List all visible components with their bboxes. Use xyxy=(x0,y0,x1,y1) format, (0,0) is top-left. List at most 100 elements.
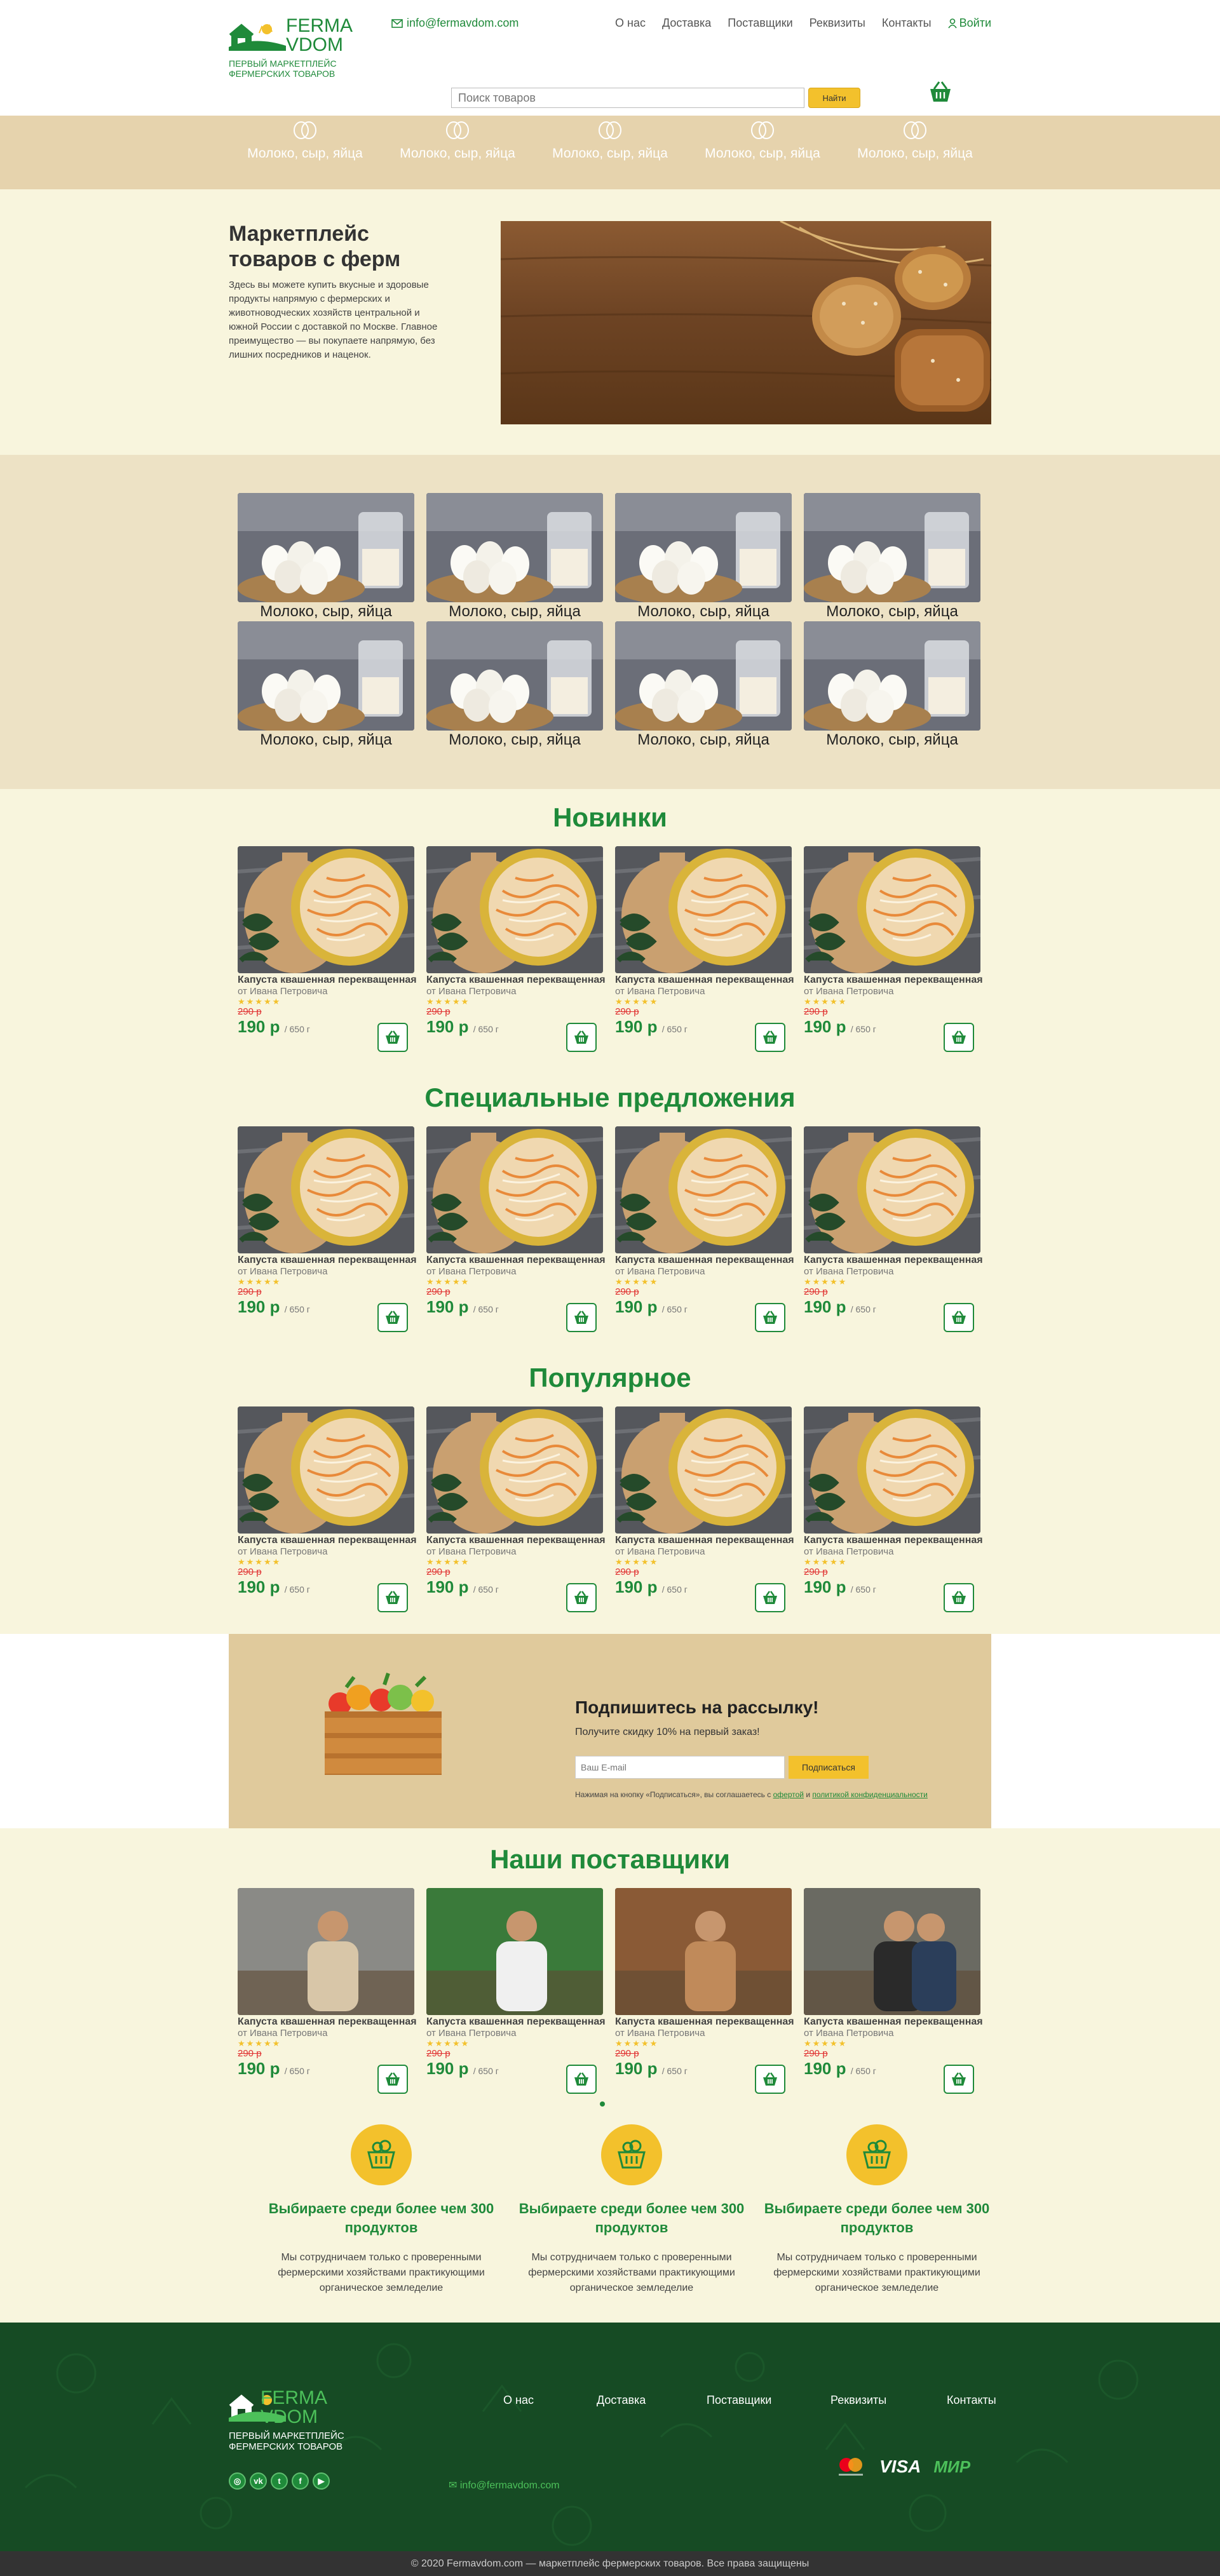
category-card-label: Молоко, сыр, яйца xyxy=(826,731,958,748)
add-to-cart-button[interactable] xyxy=(755,1303,785,1332)
product-card[interactable]: Капуста квашенная перекващенная от Ивана … xyxy=(238,1126,417,1342)
popular-products-section: Популярное Капуста квашенная перекващенн… xyxy=(0,1354,1220,1612)
instagram-icon[interactable]: ◎ xyxy=(229,2472,246,2490)
privacy-link[interactable]: политикой конфиденциальности xyxy=(812,1790,927,1799)
product-card[interactable]: Капуста квашенная перекващенная от Ивана … xyxy=(426,1406,606,1622)
add-to-cart-button[interactable] xyxy=(377,1023,408,1052)
mir-logo: МИР xyxy=(933,2457,971,2476)
product-card[interactable]: Капуста квашенная перекващенная от Ивана … xyxy=(238,1406,417,1622)
category-card[interactable]: Молоко, сыр, яйца xyxy=(238,621,414,750)
category-card[interactable]: Молоко, сыр, яйца xyxy=(804,621,980,750)
category-card[interactable]: Молоко, сыр, яйца xyxy=(615,493,792,621)
vegetable-crate-image xyxy=(325,1673,442,1775)
add-to-cart-button[interactable] xyxy=(566,1303,597,1332)
add-to-cart-button[interactable] xyxy=(566,2065,597,2094)
footer-nav-requisites[interactable]: Реквизиты xyxy=(830,2394,886,2407)
carousel-dot[interactable] xyxy=(600,2101,605,2107)
price-value: 190 р xyxy=(238,1577,280,1596)
cart-icon xyxy=(386,1591,400,1604)
category-item[interactable]: Молоко, сыр, яйца xyxy=(229,121,381,162)
cart-icon[interactable] xyxy=(928,80,953,104)
footer-nav-contacts[interactable]: Контакты xyxy=(947,2394,996,2407)
footer-logo[interactable]: FERMA VDOM xyxy=(229,2389,327,2427)
product-image xyxy=(615,1126,792,1253)
add-to-cart-button[interactable] xyxy=(944,1023,974,1052)
nav-contacts[interactable]: Контакты xyxy=(882,17,932,30)
youtube-icon[interactable]: ▶ xyxy=(313,2472,330,2490)
category-card[interactable]: Молоко, сыр, яйца xyxy=(615,621,792,750)
search-input[interactable] xyxy=(451,88,804,108)
add-to-cart-button[interactable] xyxy=(755,1583,785,1612)
category-card-label: Молоко, сыр, яйца xyxy=(637,731,769,748)
price-weight: / 650 г xyxy=(473,1584,499,1595)
footer-email-link[interactable]: ✉ info@fermavdom.com xyxy=(449,2479,560,2492)
price-weight: / 650 г xyxy=(661,1304,688,1314)
product-image xyxy=(615,1888,792,2015)
category-card[interactable]: Молоко, сыр, яйца xyxy=(804,493,980,621)
category-card[interactable]: Молоко, сыр, яйца xyxy=(238,493,414,621)
add-to-cart-button[interactable] xyxy=(566,1023,597,1052)
newsletter-email-input[interactable] xyxy=(575,1756,785,1779)
product-card[interactable]: Капуста квашенная перекващенная от Ивана … xyxy=(238,846,417,1062)
product-card[interactable]: Капуста квашенная перекващенная от Ивана … xyxy=(238,1888,417,2104)
product-card[interactable]: Капуста квашенная перекващенная от Ивана … xyxy=(615,1406,794,1622)
section-title-suppliers: Наши поставщики xyxy=(490,1844,730,1874)
product-card[interactable]: Капуста квашенная перекващенная от Ивана … xyxy=(804,1126,983,1342)
old-price: 290 р xyxy=(804,1567,828,1577)
rating-stars: ★★★★★ xyxy=(426,997,470,1006)
category-item[interactable]: Молоко, сыр, яйца xyxy=(381,121,534,162)
product-name: Капуста квашенная перекващенная xyxy=(426,974,606,985)
price-value: 190 р xyxy=(426,1577,469,1596)
price-value: 190 р xyxy=(804,1297,846,1316)
product-card[interactable]: Капуста квашенная перекващенная от Ивана … xyxy=(615,1888,794,2104)
twitter-icon[interactable]: t xyxy=(271,2472,288,2490)
add-to-cart-button[interactable] xyxy=(377,2065,408,2094)
copyright-text: © 2020 Fermavdom.com — маркетплейс ферме… xyxy=(410,2558,810,2569)
category-item[interactable]: Молоко, сыр, яйца xyxy=(534,121,686,162)
section-title-popular: Популярное xyxy=(529,1363,691,1393)
visa-logo: VISA xyxy=(879,2457,921,2476)
add-to-cart-button[interactable] xyxy=(377,1583,408,1612)
logo[interactable]: FERMA VDOM xyxy=(229,17,353,55)
search-button[interactable]: Найти xyxy=(808,88,860,108)
header-email-link[interactable]: info@fermavdom.com xyxy=(391,17,518,30)
category-card[interactable]: Молоко, сыр, яйца xyxy=(426,621,603,750)
old-price: 290 р xyxy=(615,1567,639,1577)
old-price: 290 р xyxy=(804,1286,828,1297)
product-card[interactable]: Капуста квашенная перекващенная от Ивана … xyxy=(804,846,983,1062)
add-to-cart-button[interactable] xyxy=(755,1023,785,1052)
nav-suppliers[interactable]: Поставщики xyxy=(728,17,792,30)
footer-nav-suppliers[interactable]: Поставщики xyxy=(707,2394,771,2407)
add-to-cart-button[interactable] xyxy=(755,2065,785,2094)
nav-about[interactable]: О нас xyxy=(615,17,646,30)
product-card[interactable]: Капуста квашенная перекващенная от Ивана … xyxy=(426,1126,606,1342)
vk-icon[interactable]: vk xyxy=(250,2472,267,2490)
main-nav: О нас Доставка Поставщики Реквизиты Конт… xyxy=(615,17,991,30)
add-to-cart-button[interactable] xyxy=(377,1303,408,1332)
category-item[interactable]: Молоко, сыр, яйца xyxy=(839,121,991,162)
product-image xyxy=(804,1126,980,1253)
facebook-icon[interactable]: f xyxy=(292,2472,309,2490)
product-card[interactable]: Капуста квашенная перекващенная от Ивана … xyxy=(615,1126,794,1342)
nav-requisites[interactable]: Реквизиты xyxy=(810,17,865,30)
add-to-cart-button[interactable] xyxy=(566,1583,597,1612)
footer-nav-delivery[interactable]: Доставка xyxy=(597,2394,646,2407)
product-card[interactable]: Капуста квашенная перекващенная от Ивана … xyxy=(804,1406,983,1622)
product-card[interactable]: Капуста квашенная перекващенная от Ивана … xyxy=(426,846,606,1062)
logo-subtitle: ПЕРВЫЙ МАРКЕТПЛЕЙС ФЕРМЕРСКИХ ТОВАРОВ xyxy=(229,58,337,79)
product-card[interactable]: Капуста квашенная перекващенная от Ивана … xyxy=(804,1888,983,2104)
nav-delivery[interactable]: Доставка xyxy=(662,17,711,30)
category-card[interactable]: Молоко, сыр, яйца xyxy=(426,493,603,621)
offer-link[interactable]: офертой xyxy=(773,1790,804,1799)
old-price: 290 р xyxy=(426,1006,451,1017)
category-item[interactable]: Молоко, сыр, яйца xyxy=(686,121,839,162)
add-to-cart-button[interactable] xyxy=(944,1303,974,1332)
footer-nav-about[interactable]: О нас xyxy=(503,2394,534,2407)
login-link[interactable]: Войти xyxy=(947,17,991,30)
product-card[interactable]: Капуста квашенная перекващенная от Ивана … xyxy=(426,1888,606,2104)
product-card[interactable]: Капуста квашенная перекващенная от Ивана … xyxy=(615,846,794,1062)
newsletter-subscribe-button[interactable]: Подписаться xyxy=(789,1756,869,1779)
price-value: 190 р xyxy=(426,1017,469,1036)
add-to-cart-button[interactable] xyxy=(944,2065,974,2094)
add-to-cart-button[interactable] xyxy=(944,1583,974,1612)
